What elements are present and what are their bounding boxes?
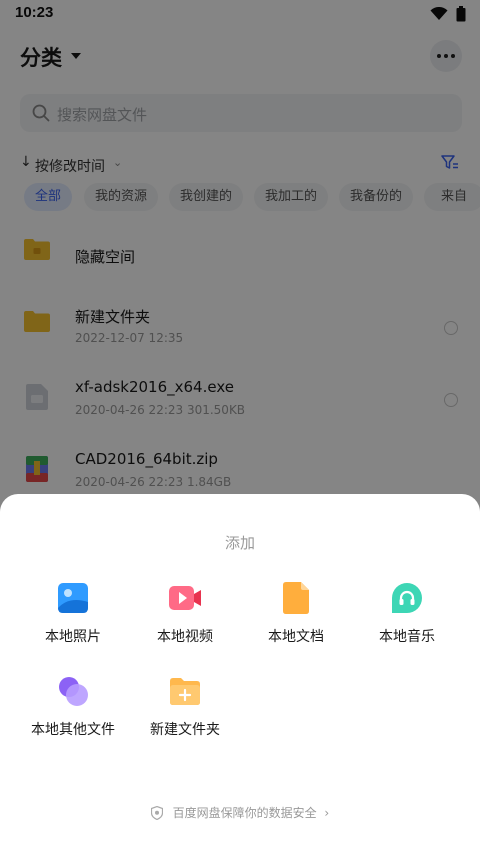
- add-local-music-button[interactable]: 本地音乐: [347, 582, 467, 658]
- photo-icon: [58, 583, 88, 613]
- grid-label: 本地其他文件: [31, 722, 115, 738]
- new-folder-icon: [170, 678, 200, 705]
- security-notice-text: 百度网盘保障你的数据安全: [172, 806, 317, 820]
- music-icon: [392, 583, 422, 613]
- add-local-video-button[interactable]: 本地视频: [125, 582, 245, 658]
- grid-label: 新建文件夹: [150, 722, 220, 738]
- add-bottom-sheet: 添加 本地照片 本地视频 本地文档 本地音乐 本地其他文件 新建文件夹 百度网盘…: [0, 494, 480, 854]
- document-icon: [283, 582, 309, 614]
- grid-label: 本地文档: [268, 629, 324, 645]
- grid-label: 本地视频: [157, 629, 213, 645]
- shield-icon: [150, 805, 163, 820]
- security-notice-link[interactable]: 百度网盘保障你的数据安全 ›: [0, 804, 480, 824]
- chevron-right-icon: ›: [324, 805, 330, 820]
- add-local-document-button[interactable]: 本地文档: [236, 582, 356, 658]
- video-icon: [169, 586, 201, 610]
- other-files-icon: [59, 677, 88, 706]
- sheet-title: 添加: [224, 534, 255, 552]
- new-folder-button[interactable]: 新建文件夹: [125, 675, 245, 751]
- add-local-other-files-button[interactable]: 本地其他文件: [13, 675, 133, 751]
- grid-label: 本地照片: [45, 629, 101, 645]
- grid-label: 本地音乐: [379, 629, 435, 645]
- add-local-photo-button[interactable]: 本地照片: [13, 582, 133, 658]
